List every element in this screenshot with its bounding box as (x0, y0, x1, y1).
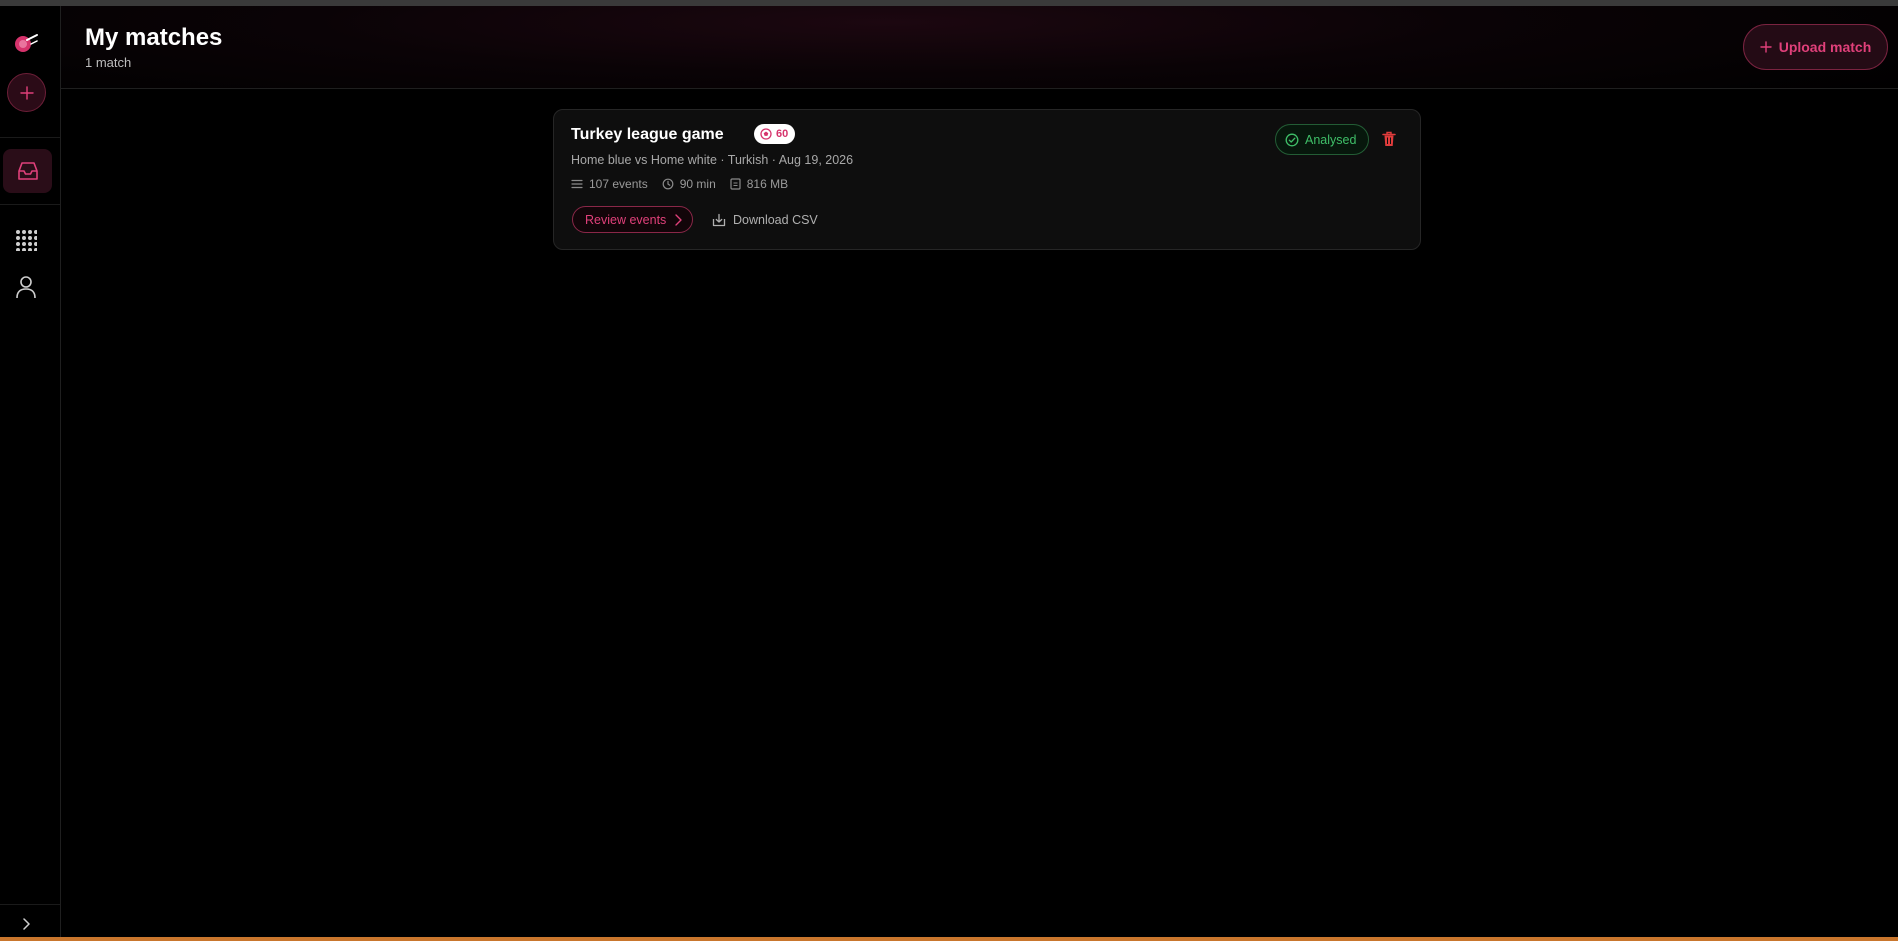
sidebar (0, 6, 61, 937)
chevron-right-icon (675, 213, 682, 226)
file-icon (730, 178, 741, 190)
page-title: My matches (85, 24, 223, 51)
score-badge: 60 (754, 124, 796, 144)
trash-icon (1382, 131, 1396, 146)
size-stat: 816 MB (730, 177, 788, 191)
grid-icon (16, 230, 37, 251)
status-badge: Analysed (1275, 124, 1370, 155)
match-title: Turkey league game (571, 126, 724, 143)
plus-icon (1760, 41, 1772, 53)
review-events-label: Review events (585, 212, 667, 227)
sidebar-divider (0, 137, 60, 138)
new-match-button[interactable] (7, 73, 46, 112)
check-circle-icon (1285, 133, 1299, 146)
ball-icon (760, 128, 772, 140)
sidebar-item-matches[interactable] (3, 149, 52, 193)
match-count: 1 match (85, 55, 132, 70)
match-meta: Home blue vs Home white · Turkish · Aug … (571, 153, 854, 167)
delete-match-button[interactable] (1380, 130, 1398, 148)
upload-match-button[interactable]: Upload match (1743, 24, 1888, 70)
logo-icon[interactable] (13, 32, 39, 54)
review-events-button[interactable]: Review events (572, 206, 694, 233)
sidebar-item-apps[interactable] (14, 228, 38, 252)
status-label: Analysed (1305, 132, 1357, 147)
sidebar-divider (0, 904, 60, 905)
plus-icon (19, 85, 34, 100)
user-icon (16, 276, 36, 299)
match-stats: 107 events 90 min 816 MB (571, 177, 788, 191)
page-header: My matches 1 match Upload match (61, 6, 1898, 89)
inbox-icon (17, 162, 38, 180)
expand-sidebar-button[interactable] (16, 914, 36, 934)
events-stat: 107 events (571, 177, 648, 191)
duration-value: 90 min (679, 177, 716, 191)
duration-stat: 90 min (662, 177, 716, 191)
bottom-border (0, 937, 1898, 941)
download-icon (712, 213, 726, 226)
score-value: 60 (776, 128, 789, 140)
sidebar-divider (0, 204, 60, 205)
list-icon (571, 179, 583, 189)
download-csv-label: Download CSV (733, 212, 818, 227)
upload-match-label: Upload match (1778, 39, 1872, 55)
match-card: Turkey league game 60 Home blue vs Home … (553, 109, 1421, 250)
sidebar-item-profile[interactable] (14, 275, 38, 299)
clock-icon (662, 178, 674, 190)
download-csv-button[interactable]: Download CSV (712, 206, 818, 233)
chevron-right-icon (23, 918, 30, 930)
size-value: 816 MB (746, 177, 789, 191)
events-count: 107 events (589, 177, 648, 191)
